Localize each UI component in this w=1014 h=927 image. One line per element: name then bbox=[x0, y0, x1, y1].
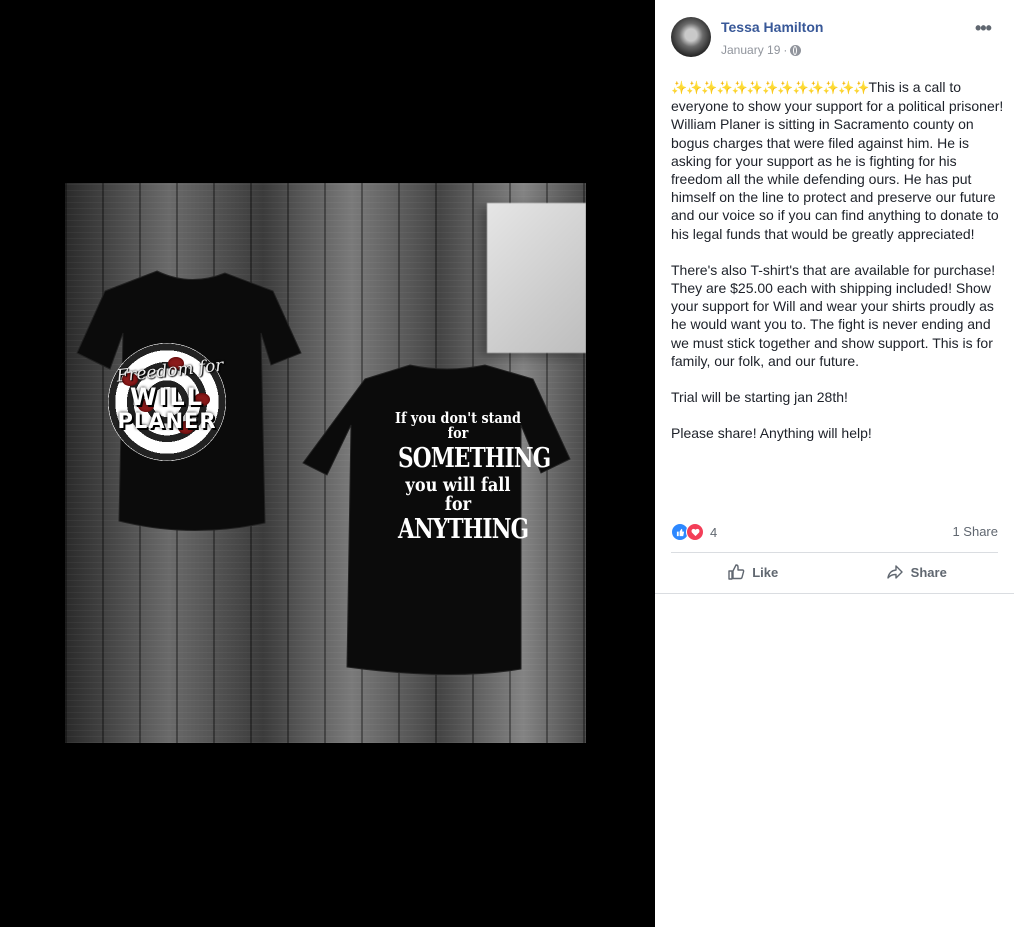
action-bar: Like Share bbox=[671, 553, 998, 591]
reaction-count: 4 bbox=[710, 524, 718, 540]
back-text-line4: ANYTHING bbox=[398, 514, 529, 545]
author-name[interactable]: Tessa Hamilton bbox=[721, 19, 823, 35]
more-options-icon[interactable]: ••• bbox=[975, 18, 992, 39]
divider bbox=[655, 593, 1014, 594]
back-text-line3: you will fall for bbox=[405, 474, 511, 515]
post-meta: January 19 · bbox=[721, 43, 802, 57]
post-text: ✨✨✨✨✨✨✨✨✨✨✨✨✨This is a call to everyone … bbox=[671, 78, 1007, 460]
share-label: Share bbox=[910, 564, 947, 580]
share-count[interactable]: 1 Share bbox=[952, 524, 998, 539]
avatar[interactable] bbox=[671, 17, 711, 57]
globe-icon[interactable] bbox=[790, 44, 802, 56]
post-paragraph-3: Trial will be starting jan 28th! bbox=[671, 389, 848, 406]
thumbs-up-icon bbox=[728, 564, 745, 580]
post-paragraph-2: There's also T-shirt's that are availabl… bbox=[671, 261, 996, 369]
like-label: Like bbox=[752, 564, 779, 580]
post-panel: Tessa Hamilton January 19 · ••• ✨✨✨✨✨✨✨✨… bbox=[655, 0, 1014, 927]
back-text-line2: SOMETHING bbox=[398, 443, 551, 474]
post-paragraph-4: Please share! Anything will help! bbox=[671, 425, 872, 442]
post-date[interactable]: January 19 bbox=[721, 43, 780, 57]
post-photo[interactable]: Freedom for WILL PLANER If you don't sta… bbox=[65, 183, 586, 743]
photo-viewer: Freedom for WILL PLANER If you don't sta… bbox=[0, 0, 655, 927]
share-button[interactable]: Share bbox=[835, 553, 999, 591]
sparkle-decoration: ✨✨✨✨✨✨✨✨✨✨✨✨✨ bbox=[671, 80, 869, 95]
front-logo: Freedom for WILL PLANER bbox=[108, 343, 226, 461]
love-reaction-icon bbox=[686, 523, 704, 541]
post-paragraph-1: ✨✨✨✨✨✨✨✨✨✨✨✨✨This is a call to everyone … bbox=[671, 79, 1004, 242]
back-text-line1: If you don't stand for bbox=[395, 409, 521, 442]
meta-separator: · bbox=[783, 43, 788, 57]
front-text-will: WILL bbox=[130, 383, 204, 411]
reactions-summary[interactable]: 4 bbox=[671, 523, 717, 541]
back-print: If you don't stand for SOMETHING you wil… bbox=[383, 409, 551, 545]
like-button[interactable]: Like bbox=[671, 553, 835, 591]
front-text-planer: PLANER bbox=[117, 409, 217, 433]
share-arrow-icon bbox=[886, 565, 903, 579]
